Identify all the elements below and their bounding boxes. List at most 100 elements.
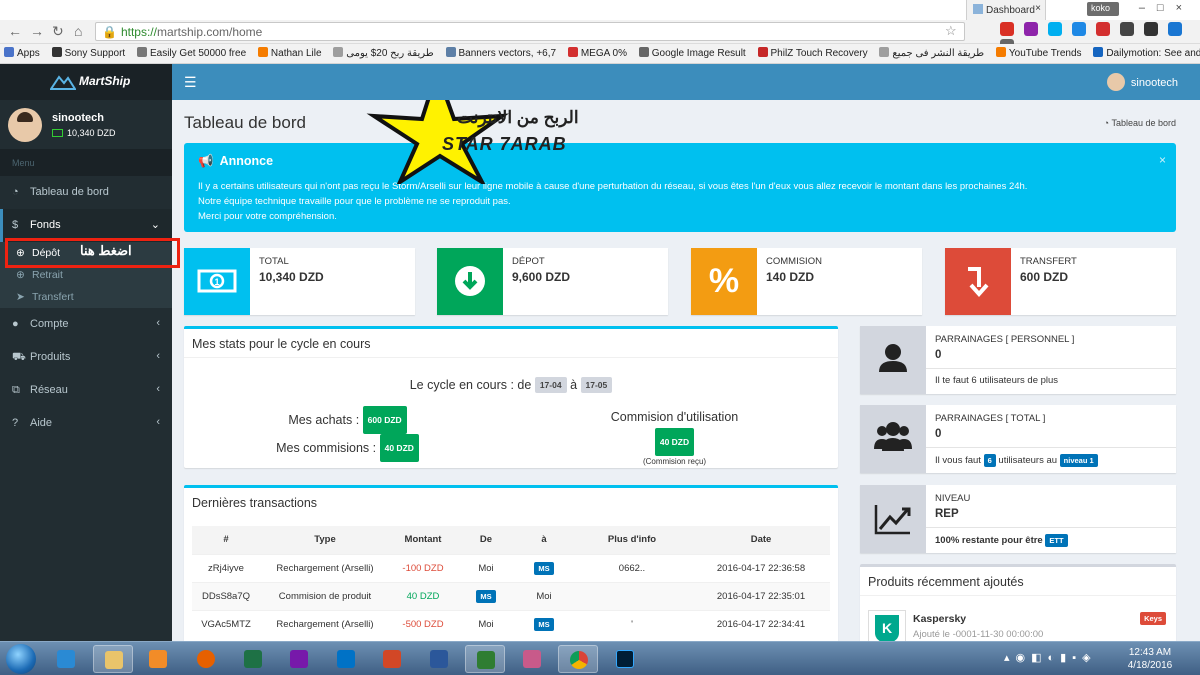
photoshop-taskbar-icon[interactable] — [605, 645, 645, 673]
tab-title: Dashboard — [986, 5, 1035, 16]
sidebar-item-compte[interactable]: ● Compte ‹ — [0, 308, 172, 341]
ie-taskbar-icon[interactable] — [46, 645, 86, 673]
table-row[interactable]: DDsS8a7Q Commision de produit 40 DZD MS … — [192, 581, 830, 610]
sidebar-subitem-transfert[interactable]: ➤ Transfert — [0, 286, 172, 308]
paint-taskbar-icon[interactable] — [512, 645, 552, 673]
bookmark-item[interactable]: Google Image Result — [638, 47, 746, 59]
bookmark-star-icon[interactable]: ☆ — [945, 23, 957, 39]
extension-icon[interactable] — [1024, 22, 1038, 36]
column-header[interactable]: Date — [692, 526, 830, 554]
sidebar-item-aide[interactable]: ? Aide ‹ — [0, 407, 172, 440]
skype-icon[interactable] — [1048, 22, 1062, 36]
transactions-panel: Dernières transactions # Type Montant De… — [184, 485, 838, 641]
info-box-value: 9,600 DZD — [512, 270, 571, 284]
browser-tab-bar: Dashboard × koko –□× — [0, 0, 1200, 20]
usage-column: Commision d'utilisation 40 DZD (Commisio… — [511, 406, 838, 468]
bookmark-item[interactable]: Easily Get 50000 free — [136, 47, 246, 59]
excel-taskbar-icon[interactable] — [233, 645, 273, 673]
info-box-transfert: TRANSFERT 600 DZD — [945, 248, 1176, 315]
bookmark-item[interactable]: Nathan Lile — [257, 47, 322, 59]
camtasia-taskbar-icon[interactable] — [465, 645, 505, 673]
sidebar-item-produits[interactable]: ⛟ Produits ‹ — [0, 341, 172, 374]
plus-circle-icon: ⊕ — [16, 269, 25, 281]
table-row[interactable]: VGAc5MTZ Rechargement (Arselli) -500 DZD… — [192, 609, 830, 638]
main-content: Tableau de bord ◔ Tableau de bord الربح … — [172, 100, 1200, 641]
start-button-icon[interactable] — [6, 644, 36, 674]
powerpoint-taskbar-icon[interactable] — [372, 645, 412, 673]
chrome-taskbar-icon[interactable] — [558, 645, 598, 673]
info-box-depot: DÉPOT 9,600 DZD — [437, 248, 668, 315]
onenote-taskbar-icon[interactable] — [279, 645, 319, 673]
info-box-label: TRANSFERT — [1020, 256, 1077, 267]
extension-icon[interactable] — [1072, 22, 1086, 36]
column-header[interactable]: Plus d'info — [572, 526, 692, 554]
dashboard-icon: ◔ — [12, 186, 19, 198]
extension-icon[interactable] — [1000, 22, 1014, 36]
window-controls[interactable]: –□× — [1139, 2, 1194, 14]
level-note: 100% restante pour être ETT — [935, 534, 1068, 547]
extension-icon[interactable] — [1120, 22, 1134, 36]
bookmark-item[interactable]: طريقة ربح 20$ يومى — [333, 47, 434, 59]
breadcrumb[interactable]: ◔ Tableau de bord — [1104, 118, 1176, 128]
announcement-title: Annonce — [219, 154, 274, 168]
bookmark-item[interactable]: Dailymotion: See and — [1093, 47, 1200, 59]
referrals-personal-value: 0 — [935, 349, 942, 361]
extension-icon[interactable] — [1096, 22, 1110, 36]
explorer-taskbar-icon[interactable] — [93, 645, 133, 673]
bookmark-favicon-icon — [4, 47, 14, 57]
outlook-taskbar-icon[interactable] — [326, 645, 366, 673]
announcement-line: Notre équipe technique travaille pour qu… — [198, 196, 511, 207]
transactions-title: Dernières transactions — [192, 496, 318, 510]
back-arrow-icon[interactable]: ← — [8, 23, 22, 39]
table-row[interactable]: zRj4iyve Rechargement (Arselli) -100 DZD… — [192, 553, 830, 582]
announcement-line: Merci pour votre compréhension. — [198, 211, 337, 222]
column-header[interactable]: Montant — [390, 526, 456, 554]
column-header[interactable]: Type — [260, 526, 390, 554]
media-player-taskbar-icon[interactable] — [138, 645, 178, 673]
brand-logo[interactable]: MartShip — [0, 64, 172, 100]
sidebar-item-dashboard[interactable]: ◔ Tableau de bord — [0, 176, 172, 209]
send-icon: ➤ — [16, 291, 25, 303]
count-badge: 6 — [983, 454, 996, 467]
bookmark-item[interactable]: MEGA 0% — [567, 47, 627, 59]
column-header[interactable]: # — [192, 526, 260, 554]
network-icon: ⧉ — [12, 384, 20, 396]
avatar — [1106, 73, 1125, 91]
browser-profile-chip[interactable]: koko — [1087, 2, 1119, 16]
column-header[interactable]: De — [456, 526, 516, 554]
home-icon[interactable]: ⌂ — [74, 23, 82, 39]
sidebar-item-reseau[interactable]: ⧉ Réseau ‹ — [0, 374, 172, 407]
taskbar-clock[interactable]: 12:43 AM 4/18/2016 — [1120, 646, 1180, 672]
close-tab-icon[interactable]: × — [1035, 3, 1041, 14]
page-title: Tableau de bord — [184, 113, 306, 132]
lock-icon: 🔒 — [102, 25, 117, 39]
user-name: sinootech — [52, 112, 104, 124]
browser-tab[interactable]: Dashboard × — [966, 0, 1046, 20]
column-header[interactable]: à — [516, 526, 572, 554]
referrals-total-box: PARRAINAGES [ TOTAL ] 0 Il vous faut 6 u… — [860, 405, 1176, 473]
close-icon[interactable]: × — [1159, 153, 1166, 167]
menu-header: Menu — [0, 150, 172, 176]
bookmark-favicon-icon — [1093, 47, 1104, 57]
firefox-taskbar-icon[interactable] — [186, 645, 226, 673]
dropbox-icon[interactable] — [1168, 22, 1182, 36]
address-bar[interactable]: 🔒 https://martship.com/home — [95, 22, 965, 41]
hamburger-menu-icon[interactable]: ☰ — [184, 74, 197, 91]
bookmark-item[interactable]: طريقة النشر فى جميع — [879, 47, 984, 59]
bookmark-item[interactable]: Sony Support — [51, 47, 125, 59]
forward-arrow-icon[interactable]: → — [30, 23, 44, 39]
extension-icon[interactable] — [1144, 22, 1158, 36]
system-tray-icons[interactable]: ▴◉◧◐▮▪◈ — [1004, 651, 1097, 664]
bookmark-item[interactable]: PhilZ Touch Recovery — [757, 47, 868, 59]
bookmark-favicon-icon — [136, 47, 147, 57]
bookmark-item[interactable]: Banners vectors, +6,7 — [445, 47, 556, 59]
reload-icon[interactable]: ↻ — [52, 23, 64, 40]
url-path: martship.com/home — [156, 25, 263, 39]
bookmark-favicon-icon — [995, 47, 1006, 57]
bookmark-item[interactable]: YouTube Trends — [995, 47, 1082, 59]
product-name[interactable]: Kaspersky — [913, 613, 966, 625]
top-user-menu[interactable]: sinootech — [1106, 73, 1178, 91]
bookmark-item[interactable]: Apps — [4, 47, 40, 59]
products-panel: Produits récemment ajoutés K Kaspersky A… — [860, 564, 1176, 641]
word-taskbar-icon[interactable] — [419, 645, 459, 673]
